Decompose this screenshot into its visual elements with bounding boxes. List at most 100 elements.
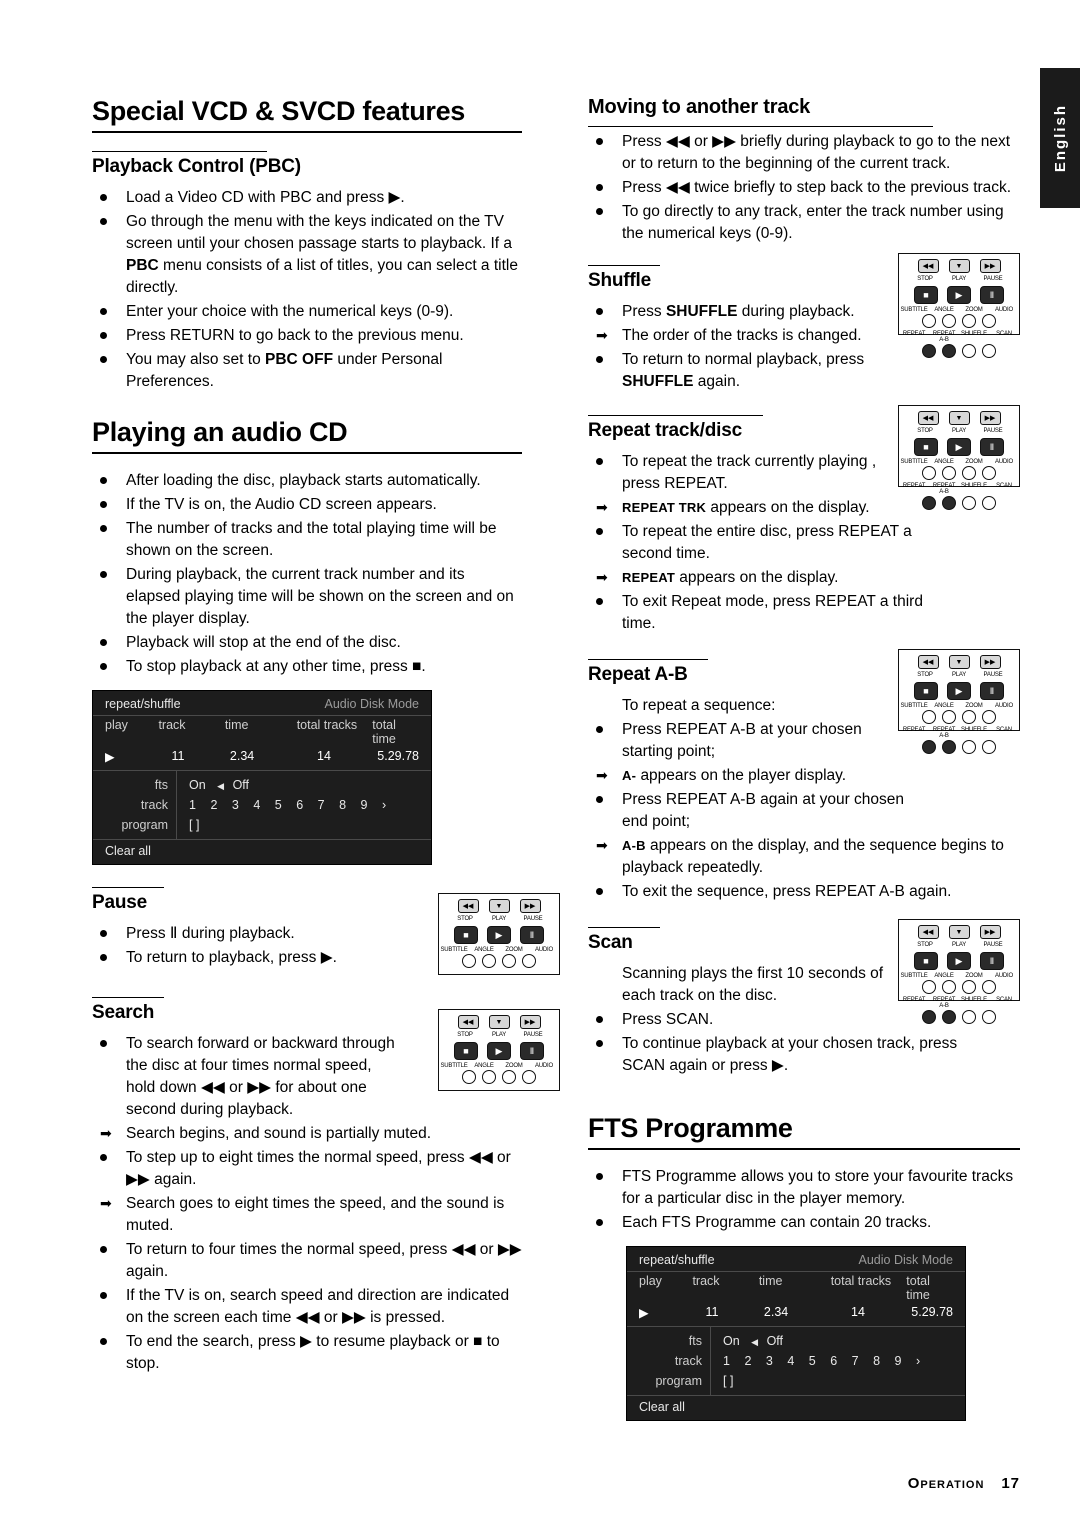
- bullet-icon: [596, 308, 603, 315]
- repeat-ab-label: REPEAT A-B: [932, 997, 956, 1009]
- bullet-icon: [596, 356, 603, 363]
- remote-row3-labels: SUBTITLE ANGLE ZOOM AUDIO: [899, 700, 1019, 709]
- osd-label-program: program: [121, 818, 168, 832]
- remote-row4-labels: REPEAT REPEAT A-B SHUFFLE SCAN: [899, 994, 1019, 1009]
- list-item: Press SHUFFLE during playback.: [588, 301, 888, 323]
- repeat-trk-indicator: REPEAT TRK: [622, 500, 707, 515]
- repeat-ab-note-1-text: appears on the player display.: [640, 767, 847, 784]
- bullet-icon: [596, 598, 603, 605]
- osd-col-play: play: [639, 1274, 662, 1288]
- remote-row3-buttons: [899, 979, 1019, 994]
- angle-button: [942, 710, 956, 724]
- stop-label: STOP: [917, 942, 933, 948]
- osd-val-total-time: 5.29.78: [377, 749, 419, 763]
- zoom-label: ZOOM: [965, 459, 983, 465]
- osd-column-headers: play track time total tracks total time: [627, 1272, 965, 1305]
- zoom-button: [962, 466, 976, 480]
- list-item: Playback will stop at the end of the dis…: [92, 632, 522, 654]
- play-button: ▶: [947, 682, 971, 700]
- list-item: Press ◀◀ twice briefly to step back to t…: [588, 177, 1020, 199]
- osd-val-time: 2.34: [763, 1305, 789, 1319]
- bullet-icon: [100, 525, 107, 532]
- list-item-text: To return to playback, press ▶.: [126, 949, 337, 966]
- remote-row3-labels: SUBTITLE ANGLE ZOOM AUDIO: [899, 304, 1019, 313]
- osd-track-3: 3: [231, 798, 239, 812]
- prev-track-button: ◀◀: [917, 259, 939, 273]
- subtitle-label: SUBTITLE: [900, 973, 928, 979]
- prev-track-button: ◀◀: [457, 1015, 479, 1029]
- bullet-icon: [100, 1338, 107, 1345]
- repeat-label: REPEAT: [902, 727, 926, 733]
- zoom-button: [962, 980, 976, 994]
- play-label: PLAY: [951, 428, 967, 434]
- zoom-label: ZOOM: [965, 307, 983, 313]
- play-button: ▶: [947, 438, 971, 456]
- list-item-text: Press SCAN.: [622, 1011, 714, 1028]
- list-item-text: To stop playback at any other time, pres…: [126, 658, 426, 675]
- osd-clear-all: Clear all: [639, 1400, 685, 1414]
- osd-val-track: 11: [705, 1305, 719, 1319]
- list-item-text: Playback will stop at the end of the dis…: [126, 634, 401, 651]
- bullet-icon: [100, 356, 107, 363]
- angle-label: ANGLE: [934, 459, 954, 465]
- scan-button: [982, 1010, 996, 1024]
- osd-track-6: 6: [296, 798, 304, 812]
- stop-button: ■: [914, 952, 938, 970]
- repeat-ab-button: [942, 1010, 956, 1024]
- osd-program-value: [ ]: [723, 1374, 734, 1388]
- bullet-icon: [596, 796, 603, 803]
- scan-label: SCAN: [996, 997, 1012, 1003]
- prev-track-button: ◀◀: [457, 899, 479, 913]
- repeat-ab-label: REPEAT A-B: [932, 483, 956, 495]
- list-item-text: The number of tracks and the total playi…: [126, 520, 497, 559]
- list-item-text: During playback, the current track numbe…: [126, 566, 514, 627]
- osd-val-total-time: 5.29.78: [911, 1305, 953, 1319]
- prev-track-button: ◀◀: [917, 925, 939, 939]
- bullet-icon: [100, 639, 107, 646]
- osd-row-labels: fts track program: [627, 1327, 711, 1395]
- bullet-icon: [100, 218, 107, 225]
- heading-fts-programme: FTS Programme: [588, 1113, 1020, 1150]
- pause-label: PAUSE: [523, 916, 543, 922]
- list-item: To continue playback at your chosen trac…: [588, 1033, 968, 1077]
- list-item: Press REPEAT A-B again at your chosen en…: [588, 789, 928, 833]
- scan-label: SCAN: [996, 727, 1012, 733]
- repeat-note-1-text: appears on the display.: [710, 499, 870, 516]
- play-label: PLAY: [491, 1032, 507, 1038]
- manual-page: English Special VCD & SVCD features Play…: [0, 0, 1080, 1528]
- angle-button: [942, 466, 956, 480]
- osd-row-labels: fts track program: [93, 771, 177, 839]
- list-item-text: Press REPEAT A-B again at your chosen en…: [622, 791, 905, 830]
- list-item: The number of tracks and the total playi…: [92, 518, 522, 562]
- osd-col-total-tracks: total tracks: [830, 1274, 892, 1288]
- remote-diagram-shuffle: ◀◀ ▼ ▶▶ STOP PLAY PAUSE ■ ▶ Ⅱ SUBTITLE A…: [898, 253, 1020, 358]
- list-item-text: To go directly to any track, enter the t…: [622, 203, 1004, 242]
- osd-fts-off: Off: [232, 778, 250, 792]
- bullet-icon: [596, 1219, 603, 1226]
- repeat-ab-note-2-text: appears on the display, and the sequence…: [622, 837, 1004, 876]
- list-item: To step up to eight times the normal spe…: [92, 1147, 522, 1191]
- repeat-label: REPEAT: [902, 331, 926, 337]
- shuffle-label: SHUFFLE: [961, 997, 987, 1003]
- osd-screen-audio-disk: repeat/shuffle Audio Disk Mode play trac…: [92, 690, 432, 865]
- divider: [92, 887, 164, 888]
- osd-title-right: Audio Disk Mode: [858, 1253, 954, 1267]
- list-item-text: FTS Programme allows you to store your f…: [622, 1168, 1014, 1207]
- language-tab-label: English: [1051, 103, 1069, 173]
- repeat-ab-label: REPEAT A-B: [932, 331, 956, 343]
- angle-label: ANGLE: [934, 973, 954, 979]
- arrow-icon: ➡: [100, 1195, 112, 1211]
- arrow-icon: ➡: [596, 767, 608, 783]
- list-repeat: To repeat the track currently playing , …: [588, 451, 888, 495]
- osd-title-left: repeat/shuffle: [105, 697, 181, 711]
- osd-track-2: 2: [744, 1354, 752, 1368]
- bullet-icon: [100, 571, 107, 578]
- audio-button: [522, 954, 536, 968]
- bullet-icon: [596, 888, 603, 895]
- audio-label: AUDIO: [994, 459, 1013, 465]
- remote-mid-labels: STOP PLAY PAUSE: [899, 425, 1019, 434]
- repeat-ab-button: [942, 740, 956, 754]
- osd-track-4: 4: [787, 1354, 795, 1368]
- prev-track-button: ◀◀: [917, 411, 939, 425]
- osd-lower: fts track program On ◀ Off 1 2 3 4 5 6 7…: [93, 771, 431, 839]
